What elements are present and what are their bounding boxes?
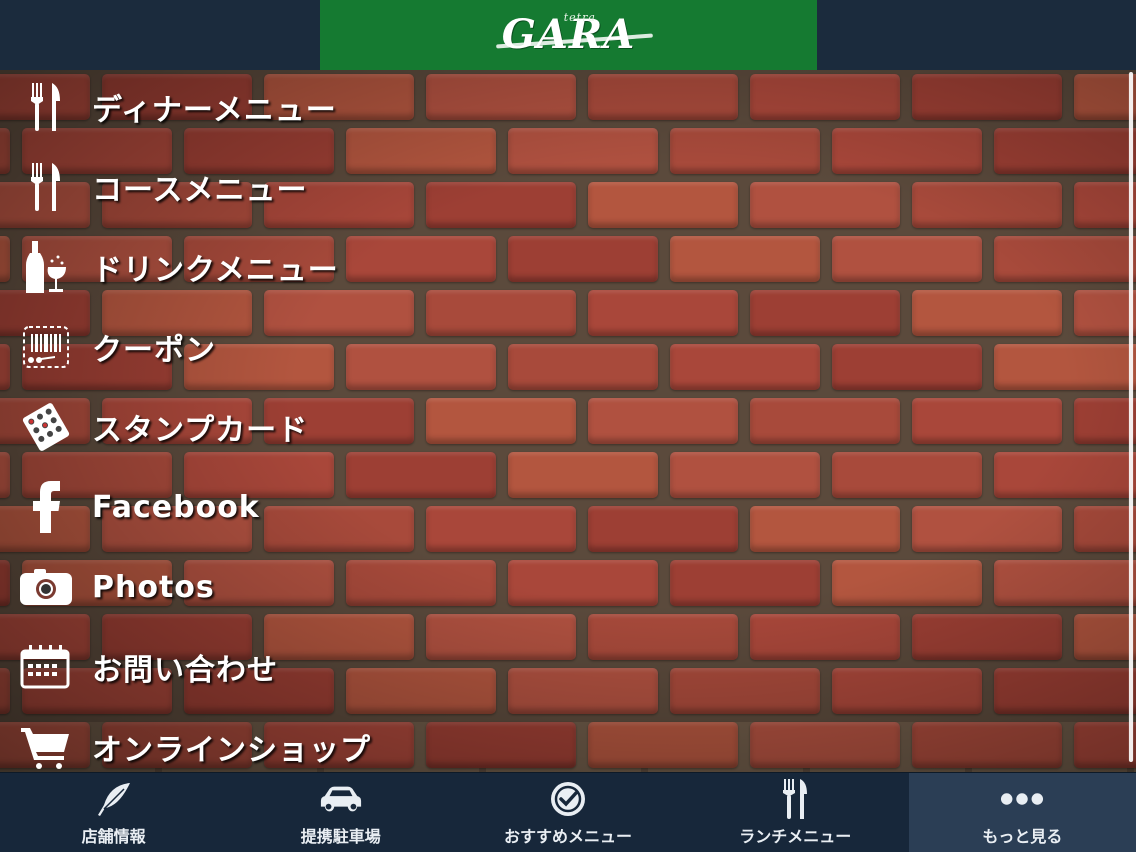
nav-item-parking[interactable]: 提携駐車場 [227, 773, 454, 852]
nav-item-more[interactable]: もっと見る [908, 773, 1136, 852]
car-icon [319, 779, 363, 819]
camera-icon [18, 559, 74, 615]
menu-list: ディナーメニュー コースメニュー ドリンクメニュー クーポン スタンプカード F… [0, 70, 1120, 772]
menu-item-label: ディナーメニュー [92, 93, 337, 128]
nav-item-label: 提携駐車場 [300, 827, 381, 846]
menu-item-label: オンラインショップ [92, 733, 371, 768]
facebook-icon [18, 479, 74, 535]
bottle-glass-icon [18, 239, 74, 295]
nav-item-label: 店舗情報 [81, 827, 146, 846]
nav-item-store-info[interactable]: 店舗情報 [0, 773, 227, 852]
feather-icon [92, 779, 136, 819]
logo-subtext: tetra [563, 11, 596, 24]
bottom-navigation: 店舗情報 提携駐車場 おすすめメニュー ランチメニュー もっと見る [0, 772, 1136, 852]
fork-knife-icon [18, 159, 74, 215]
scrollbar-thumb[interactable] [1129, 72, 1133, 762]
menu-item-contact[interactable]: お問い合わせ [0, 632, 700, 702]
menu-item-course[interactable]: コースメニュー [0, 152, 700, 222]
menu-item-drink[interactable]: ドリンクメニュー [0, 232, 700, 302]
menu-item-label: スタンプカード [92, 413, 309, 448]
nav-item-label: もっと見る [982, 827, 1063, 846]
menu-item-label: Facebook [92, 489, 260, 525]
menu-item-label: Photos [92, 569, 215, 605]
menu-item-label: クーポン [92, 333, 216, 368]
header-bar: tetra GARA [0, 0, 1136, 70]
coupon-scissors-icon [18, 319, 74, 375]
menu-item-label: コースメニュー [92, 173, 308, 208]
nav-item-lunch[interactable]: ランチメニュー [682, 773, 909, 852]
fork-knife-icon [18, 79, 74, 135]
nav-item-label: おすすめメニュー [504, 827, 633, 846]
fork-knife-icon [773, 779, 817, 819]
cart-icon [18, 719, 74, 775]
menu-item-photos[interactable]: Photos [0, 552, 700, 622]
logo: tetra GARA [495, 11, 654, 57]
menu-item-stamp-card[interactable]: スタンプカード [0, 392, 700, 462]
nav-item-recommended[interactable]: おすすめメニュー [454, 773, 681, 852]
logo-banner[interactable]: tetra GARA [320, 0, 817, 70]
menu-item-label: お問い合わせ [92, 653, 278, 688]
more-dots-icon [1000, 779, 1044, 819]
menu-scrollbar[interactable] [1128, 72, 1134, 762]
app-root: tetra GARA ディナーメニュー コースメニュー ドリンクメニュー クーポ… [0, 0, 1136, 852]
stamp-card-icon [18, 399, 74, 455]
menu-item-facebook[interactable]: Facebook [0, 472, 700, 542]
menu-item-dinner[interactable]: ディナーメニュー [0, 72, 700, 142]
menu-item-coupon[interactable]: クーポン [0, 312, 700, 382]
badge-check-icon [546, 779, 590, 819]
calendar-icon [18, 639, 74, 695]
nav-item-label: ランチメニュー [739, 827, 852, 846]
menu-item-label: ドリンクメニュー [92, 253, 339, 288]
